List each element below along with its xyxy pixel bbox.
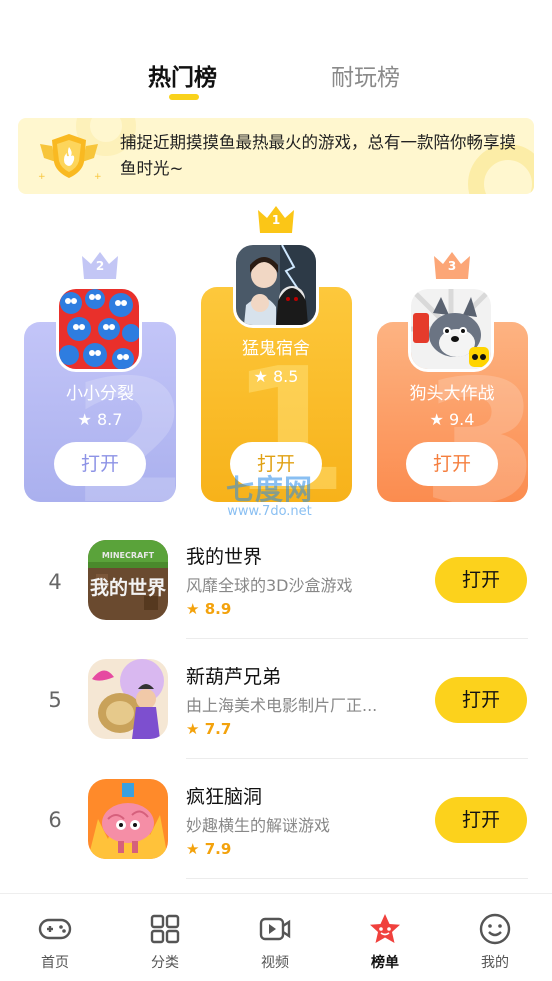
crown-icon: 1 xyxy=(257,204,295,234)
crown-icon: 3 xyxy=(433,250,471,280)
grid-icon xyxy=(150,914,180,944)
video-icon xyxy=(259,917,291,941)
open-button[interactable]: 打开 xyxy=(54,442,146,486)
app-icon-menggui-sushe[interactable] xyxy=(233,242,319,328)
podium-rating: ★ 9.4 xyxy=(429,410,475,429)
podium-name: 狗头大作战 xyxy=(409,384,495,404)
row-divider xyxy=(186,878,528,879)
banner-text: 捕捉近期摸摸鱼最热最火的游戏，总有一款陪你畅享摸鱼时光~ xyxy=(120,133,516,178)
podium-name: 小小分裂 xyxy=(66,384,134,404)
star-icon: ★ xyxy=(253,367,268,386)
nav-item-video[interactable]: 视频 xyxy=(220,894,330,981)
list-item[interactable]: 5 新葫芦兄弟 由上海美术电影制片厂正... ★ 7.7 打开 xyxy=(0,640,552,760)
open-button[interactable]: 打开 xyxy=(406,442,498,486)
app-rating: ★ 8.9 xyxy=(186,600,232,618)
app-title: 疯狂脑洞 xyxy=(186,786,263,808)
top-tabs: 热门榜 耐玩榜 xyxy=(0,58,552,108)
star-rank-icon xyxy=(370,914,400,943)
star-icon: ★ xyxy=(429,410,444,429)
svg-text:MINECRAFT: MINECRAFT xyxy=(102,551,155,560)
row-divider xyxy=(186,758,528,759)
list-item[interactable]: 6 疯狂脑洞 妙趣横生的解谜游戏 ★ 7.9 打开 xyxy=(0,760,552,880)
app-icon-goutou-dazuozhan[interactable] xyxy=(408,286,494,372)
nav-item-ranking[interactable]: 榜单 xyxy=(330,894,440,981)
app-icon-xiaoxiaofenlie[interactable] xyxy=(56,286,142,372)
nav-item-category[interactable]: 分类 xyxy=(110,894,220,981)
star-icon: ★ xyxy=(186,720,200,738)
site-watermark: 七度网 www.7do.net xyxy=(226,473,314,519)
app-icon-minecraft[interactable]: MINECRAFT 我的世界 xyxy=(88,540,168,620)
nav-item-home[interactable]: 首页 xyxy=(0,894,110,981)
app-title: 新葫芦兄弟 xyxy=(186,666,282,688)
app-rating: ★ 7.9 xyxy=(186,840,232,858)
row-divider xyxy=(186,638,528,639)
podium-rating: ★ 8.5 xyxy=(253,367,299,386)
app-title: 我的世界 xyxy=(186,546,263,568)
app-icon-fengkuang-naodong[interactable] xyxy=(88,779,168,859)
list-item[interactable]: 4 MINECRAFT 我的世界 我的世界 风靡全球的3D沙盒游戏 ★ 8.9 … xyxy=(0,520,552,640)
svg-text:+: + xyxy=(38,172,46,182)
app-description: 由上海美术电影制片厂正... xyxy=(186,696,378,715)
svg-text:+: + xyxy=(94,172,102,182)
podium-rating: ★ 8.7 xyxy=(77,410,123,429)
bottom-navigation: 首页 分类 视频 榜单 我的 xyxy=(0,893,552,981)
gamepad-icon xyxy=(38,918,72,940)
app-rating: ★ 7.7 xyxy=(186,720,232,738)
rank-number: 5 xyxy=(48,688,62,712)
tab-hot[interactable]: 热门榜 xyxy=(148,58,217,92)
tab-durable[interactable]: 耐玩榜 xyxy=(331,58,400,92)
podium-name: 猛鬼宿舍 xyxy=(242,339,310,359)
ranking-banner: + + 捕捉近期摸摸鱼最热最火的游戏，总有一款陪你畅享摸鱼时光~ xyxy=(18,118,534,194)
nav-item-mine[interactable]: 我的 xyxy=(440,894,550,981)
app-icon-xin-hulu-xiongdi[interactable] xyxy=(88,659,168,739)
star-icon: ★ xyxy=(186,600,200,618)
star-icon: ★ xyxy=(186,840,200,858)
star-icon: ★ xyxy=(77,410,92,429)
open-button[interactable]: 打开 xyxy=(435,797,527,843)
trophy-badge-icon: + + xyxy=(38,134,102,182)
app-description: 妙趣横生的解谜游戏 xyxy=(186,816,331,835)
crown-icon: 2 xyxy=(81,250,119,280)
rank-number: 6 xyxy=(48,808,62,832)
rank-number: 4 xyxy=(48,570,62,594)
app-description: 风靡全球的3D沙盒游戏 xyxy=(186,576,353,595)
smiley-icon xyxy=(479,913,511,945)
active-tab-indicator xyxy=(169,94,199,100)
open-button[interactable]: 打开 xyxy=(435,557,527,603)
open-button[interactable]: 打开 xyxy=(435,677,527,723)
svg-text:我的世界: 我的世界 xyxy=(90,576,166,599)
